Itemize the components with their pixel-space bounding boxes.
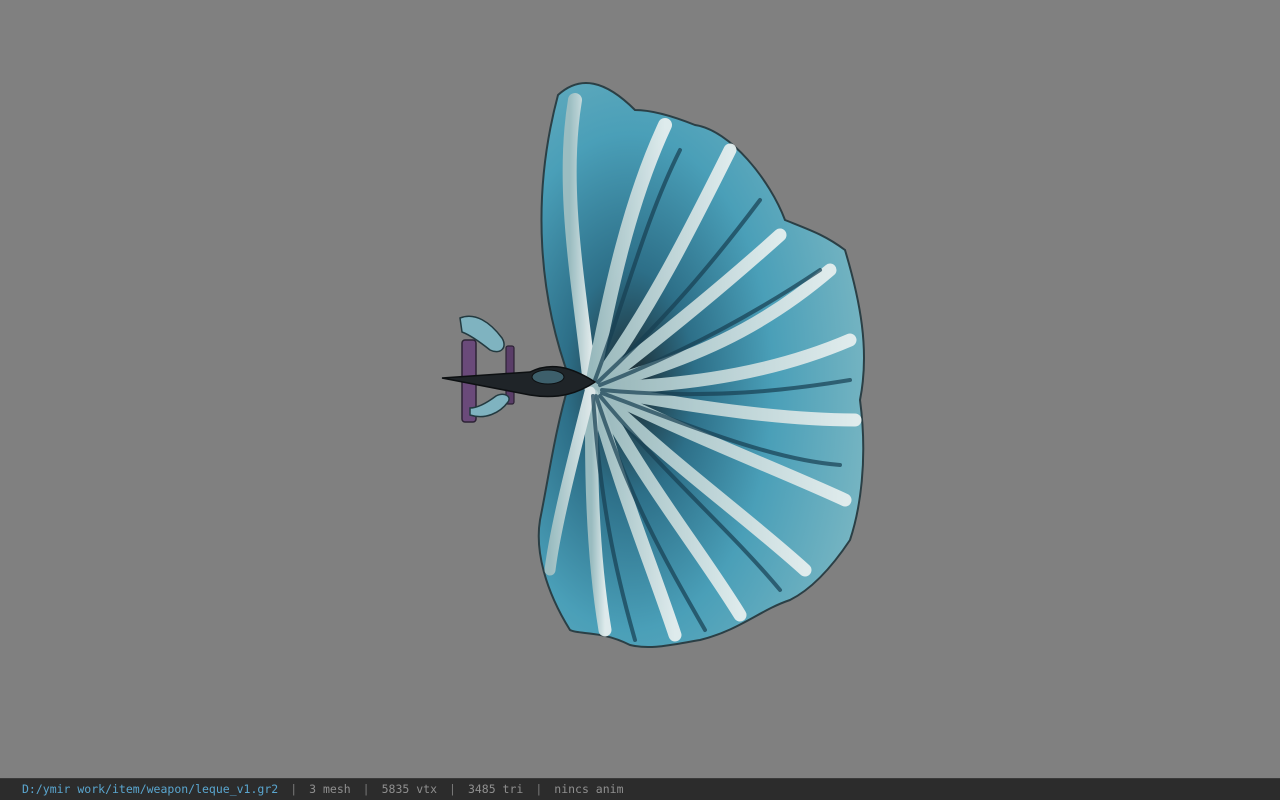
separator: | [290,782,298,796]
file-path-text: D:/ymir work/item/weapon/leque_v1.gr2 [22,782,279,796]
triangle-count-text: 3485 tri [467,782,524,796]
status-bar: D:/ymir work/item/weapon/leque_v1.gr2 | 3 … [0,778,1280,800]
mesh-count-text: 3 mesh [309,782,351,796]
3d-viewport[interactable] [0,0,1280,778]
vertex-count-text: 5835 vtx [381,782,437,796]
fan-weapon-model [441,82,865,649]
separator: | [362,782,370,796]
anim-status-text: nincs anim [554,782,624,796]
separator: | [449,782,456,796]
separator: | [535,782,543,796]
